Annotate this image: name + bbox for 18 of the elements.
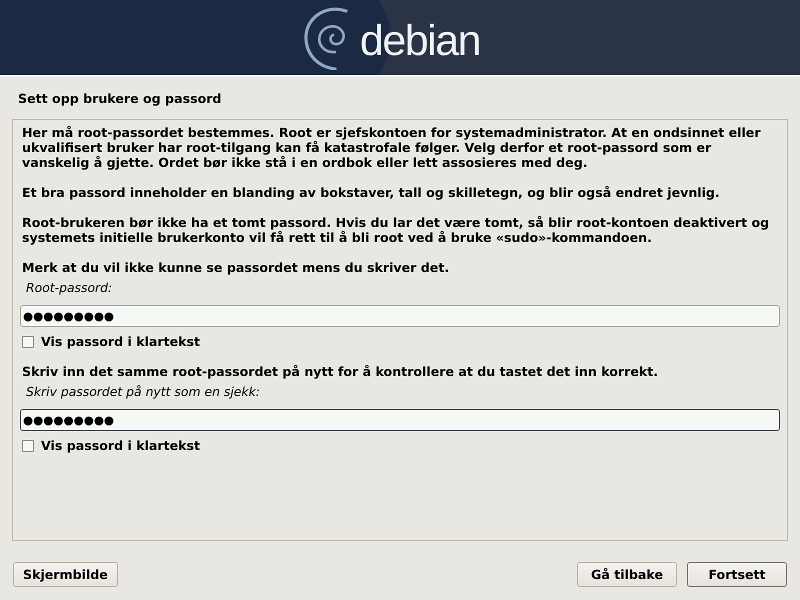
logo-wordmark: debian: [360, 18, 480, 62]
instruction-text: Merk at du vil ikke kunne se passordet mens du skriver det.: [22, 260, 450, 275]
field-label: Root-passord:: [26, 280, 112, 295]
field-label: Skriv passordet på nytt som en sjekk:: [26, 384, 260, 399]
instruction-text: Skriv inn det samme root-passordet på nytt for å kontrollere at du tastet det inn korrekt.: [22, 364, 658, 379]
continue-button[interactable]: Fortsett: [687, 562, 787, 587]
password-field[interactable]: ●●●●●●●●●: [20, 305, 780, 327]
checkbox-label[interactable]: Vis passord i klartekst: [41, 334, 200, 349]
checkbox[interactable]: [22, 336, 34, 348]
instruction-text: Her må root-passordet bestemmes. Root er sjefskontoen for systemadministrator. At en ondsinnet eller ukvalifisert bruker har root-tilgang kan få katastrofale følger. Velg derfor et root-passord som er vanskelig å gjette. Ordet bør ikke stå i en ordbok eller lett assosieres med deg.: [22, 125, 762, 170]
instruction-text: Et bra passord inneholder en blanding av bokstaver, tall og skilletegn, og blir også endret jevnlig.: [22, 185, 720, 200]
checkbox[interactable]: [22, 440, 34, 452]
page-title: Sett opp brukere og passord: [18, 90, 222, 106]
checkbox-label[interactable]: Vis passord i klartekst: [41, 438, 200, 453]
back-button[interactable]: Gå tilbake: [577, 562, 677, 587]
password-field[interactable]: ●●●●●●●●●: [20, 409, 780, 431]
screenshot-button[interactable]: Skjermbilde: [13, 562, 118, 587]
instruction-text: Root-brukeren bør ikke ha et tomt passord. Hvis du lar det være tomt, så blir root-kontoen deaktivert og systemets initielle brukerkonto vil få rett til å bli root ved å bruke «sudo»-kommandoen.: [22, 215, 770, 245]
